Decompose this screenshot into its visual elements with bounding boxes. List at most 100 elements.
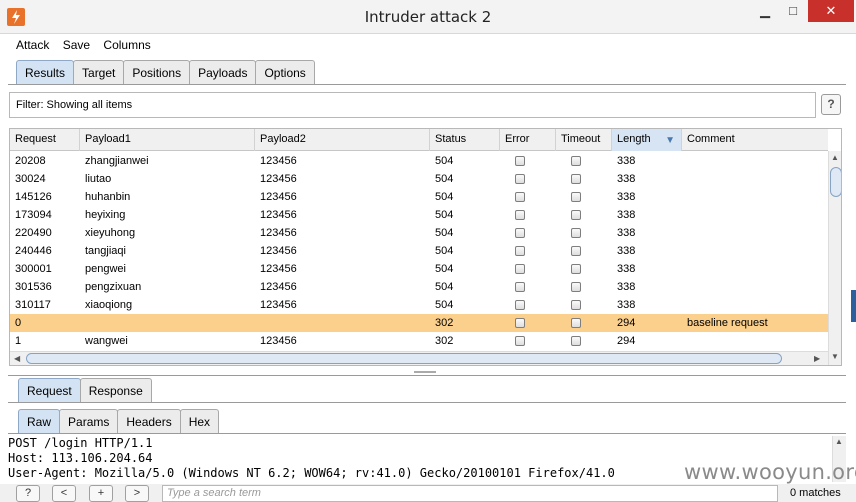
cell-request: 145126 [15,191,52,203]
tab-results[interactable]: Results [16,60,75,84]
scroll-right-icon[interactable]: ▶ [814,352,820,365]
cell-payload1: liutao [85,173,112,185]
raw-line: POST /login HTTP/1.1 [8,436,153,450]
search-previous-button[interactable]: < [52,485,76,502]
cell-status: 504 [435,173,454,185]
column-header-error[interactable]: Error [500,129,556,151]
cell-comment [682,278,828,296]
column-header-payload1[interactable]: Payload1 [80,129,255,151]
cell-length: 338 [617,299,636,311]
tab-request[interactable]: Request [18,378,81,402]
vertical-scroll-thumb[interactable] [830,167,841,197]
cell-status: 504 [435,227,454,239]
tab-params[interactable]: Params [59,409,119,433]
table-row[interactable]: 240446 tangjiaqi 123456 504 338 [10,242,828,260]
cell-timeout [556,170,612,188]
cell-payload2: 123456 [260,173,297,185]
menu-save[interactable]: Save [63,36,90,54]
timeout-checkbox [570,228,581,238]
tab-headers[interactable]: Headers [117,409,181,433]
search-help-button[interactable]: ? [16,485,40,502]
table-row[interactable]: 145126 huhanbin 123456 504 338 [10,188,828,206]
column-header-comment[interactable]: Comment [682,129,828,151]
cell-error [500,152,556,170]
cell-status: 504 [435,209,454,221]
tab-options[interactable]: Options [255,60,315,84]
column-header-length[interactable]: Length ▼ [612,129,682,151]
search-add-button[interactable]: + [89,485,113,502]
scroll-up-icon[interactable]: ▲ [835,437,843,446]
table-row[interactable]: 220490 xieyuhong 123456 504 338 [10,224,828,242]
table-row[interactable]: 301536 pengzixuan 123456 504 338 [10,278,828,296]
cell-payload1: pengzixuan [85,281,142,293]
cell-status: 302 [435,317,454,329]
cell-length: 294 [617,335,636,347]
cell-error [500,278,556,296]
column-header-status[interactable]: Status [430,129,500,151]
filter-help-button[interactable]: ? [821,94,841,115]
scroll-down-icon[interactable]: ▼ [831,352,839,361]
timeout-checkbox [570,156,581,166]
table-row[interactable]: 300001 pengwei 123456 504 338 [10,260,828,278]
column-header-payload2[interactable]: Payload2 [255,129,430,151]
cell-length: 338 [617,245,636,257]
cell-payload2: 123456 [260,299,297,311]
search-input[interactable]: Type a search term [162,485,778,502]
table-row[interactable]: 30024 liutao 123456 504 338 [10,170,828,188]
scroll-up-icon[interactable]: ▲ [831,153,839,162]
tab-payloads[interactable]: Payloads [189,60,257,84]
tab-divider [8,84,846,85]
error-checkbox [514,246,525,256]
window-edge-accent [851,290,856,322]
cell-error [500,224,556,242]
tab-positions[interactable]: Positions [123,60,191,84]
menu-bar: Attack Save Columns [8,36,846,56]
cell-request: 173094 [15,209,52,221]
table-row[interactable]: 1 wangwei 123456 302 294 [10,332,828,350]
tab-hex[interactable]: Hex [179,409,220,433]
menu-columns[interactable]: Columns [103,36,150,54]
cell-comment [682,152,828,170]
column-header-request[interactable]: Request [10,129,80,151]
cell-request: 310117 [15,299,51,311]
cell-timeout [556,278,612,296]
cell-length: 338 [617,227,636,239]
timeout-checkbox [570,282,581,292]
table-vertical-scrollbar[interactable]: ▲ ▼ [828,151,841,365]
table-row[interactable]: 0 302 294 baseline request [10,314,828,332]
window-title: Intruder attack 2 [364,8,492,26]
scroll-left-icon[interactable]: ◀ [14,352,20,365]
table-row[interactable]: 173094 heyixing 123456 504 338 [10,206,828,224]
tab-raw[interactable]: Raw [18,409,61,433]
cell-timeout [556,332,612,350]
splitter-grip-icon[interactable] [414,371,436,373]
cell-error [500,242,556,260]
splitter-line [8,375,846,376]
error-checkbox [514,210,525,220]
minimize-icon[interactable]: ▁ [752,0,778,22]
cell-payload1: wangwei [85,335,128,347]
search-next-button[interactable]: > [125,485,149,502]
filter-bar[interactable]: Filter: Showing all items [9,92,816,118]
close-icon[interactable]: ✕ [808,0,854,22]
horizontal-scroll-thumb[interactable] [26,353,782,364]
cell-request: 240446 [15,245,52,257]
tab-response[interactable]: Response [79,378,152,402]
table-row[interactable]: 20208 zhangjianwei 123456 504 338 [10,152,828,170]
cell-payload2 [255,314,430,332]
table-row[interactable]: 310117 xiaoqiong 123456 504 338 [10,296,828,314]
maximize-icon[interactable]: □ [780,0,806,22]
tab-target[interactable]: Target [73,60,125,84]
table-horizontal-scrollbar[interactable]: ◀ ▶ [10,351,828,365]
error-checkbox [514,282,525,292]
cell-timeout [556,242,612,260]
cell-error [500,206,556,224]
error-checkbox [514,318,525,328]
cell-payload2: 123456 [260,245,297,257]
watermark: www.wooyun.org [684,460,856,484]
cell-payload1: tangjiaqi [85,245,126,257]
cell-error [500,314,556,332]
menu-attack[interactable]: Attack [16,36,49,54]
column-header-timeout[interactable]: Timeout [556,129,612,151]
cell-error [500,332,556,350]
